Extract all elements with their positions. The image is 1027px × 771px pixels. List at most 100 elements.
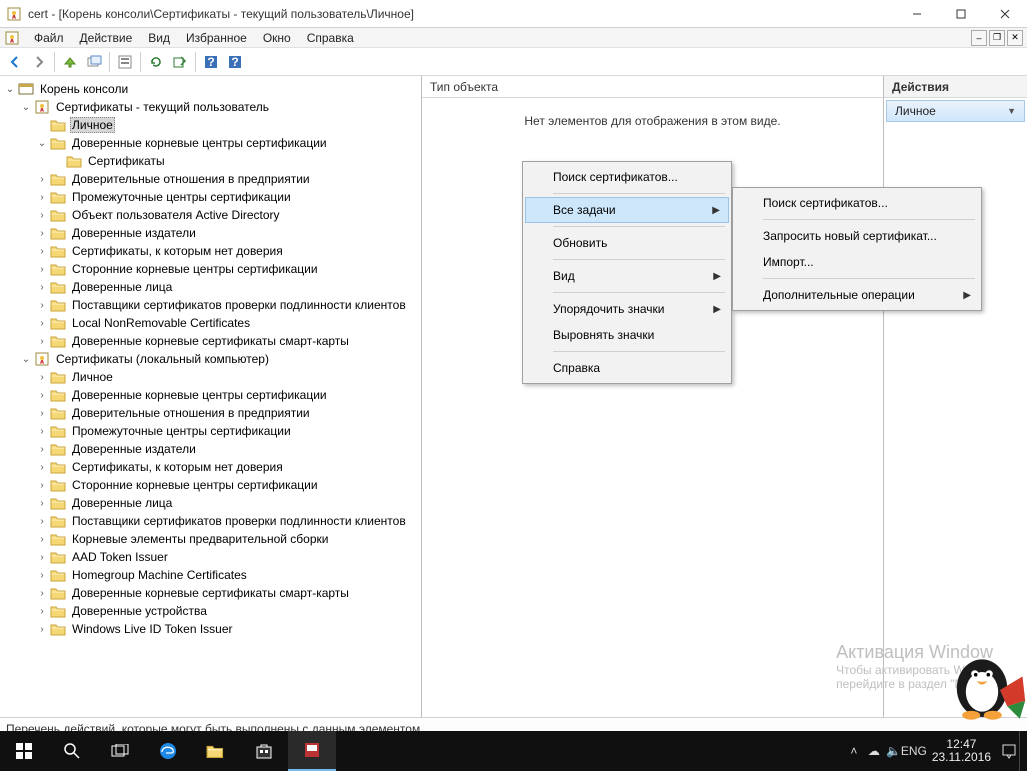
- sub-find-certs[interactable]: Поиск сертификатов...: [735, 190, 979, 216]
- tree-item[interactable]: ›Доверенные корневые центры сертификации: [4, 386, 421, 404]
- help2-button[interactable]: [224, 51, 246, 73]
- export-button[interactable]: [169, 51, 191, 73]
- menu-view[interactable]: Вид: [140, 29, 178, 47]
- menu-file[interactable]: Файл: [26, 29, 72, 47]
- sub-import[interactable]: Импорт...: [735, 249, 979, 275]
- sub-request-cert[interactable]: Запросить новый сертификат...: [735, 223, 979, 249]
- tree-item[interactable]: ›Сторонние корневые центры сертификации: [4, 476, 421, 494]
- tray-lang[interactable]: ENG: [904, 731, 924, 771]
- tree-item[interactable]: ›Local NonRemovable Certificates: [4, 314, 421, 332]
- refresh-button[interactable]: [145, 51, 167, 73]
- expand-icon[interactable]: ›: [36, 281, 48, 293]
- expand-icon[interactable]: ›: [36, 191, 48, 203]
- expand-icon[interactable]: ›: [36, 209, 48, 221]
- taskview-button[interactable]: [96, 731, 144, 771]
- mdi-restore-button[interactable]: ❐: [989, 30, 1005, 46]
- menu-favorites[interactable]: Избранное: [178, 29, 255, 47]
- expand-icon[interactable]: ›: [36, 587, 48, 599]
- expand-icon[interactable]: ›: [36, 551, 48, 563]
- expand-icon[interactable]: ›: [36, 407, 48, 419]
- expand-icon[interactable]: ›: [36, 479, 48, 491]
- tree-item[interactable]: ›Windows Live ID Token Issuer: [4, 620, 421, 638]
- show-tree-button[interactable]: [83, 51, 105, 73]
- ctx-all-tasks[interactable]: Все задачи▶: [525, 197, 729, 223]
- expand-icon[interactable]: ›: [36, 335, 48, 347]
- tree-item[interactable]: ›Личное: [4, 368, 421, 386]
- expand-icon[interactable]: ›: [36, 497, 48, 509]
- forward-button[interactable]: [28, 51, 50, 73]
- menu-action[interactable]: Действие: [72, 29, 141, 47]
- tree-item[interactable]: ›Сертификаты, к которым нет доверия: [4, 458, 421, 476]
- tree-item[interactable]: ›Объект пользователя Active Directory: [4, 206, 421, 224]
- maximize-button[interactable]: [939, 0, 983, 28]
- ctx-find-certs[interactable]: Поиск сертификатов...: [525, 164, 729, 190]
- properties-button[interactable]: [114, 51, 136, 73]
- tray-chevron-up-icon[interactable]: ˄: [844, 731, 864, 771]
- mdi-close-button[interactable]: ✕: [1007, 30, 1023, 46]
- collapse-icon[interactable]: ⌄: [20, 353, 32, 365]
- tray-notifications-icon[interactable]: [999, 731, 1019, 771]
- back-button[interactable]: [4, 51, 26, 73]
- tree-item[interactable]: ⌄Доверенные корневые центры сертификации: [4, 134, 421, 152]
- tree-item[interactable]: ›Корневые элементы предварительной сборк…: [4, 530, 421, 548]
- edge-icon[interactable]: [144, 731, 192, 771]
- tree-item[interactable]: ›Доверенные корневые сертификаты смарт-к…: [4, 584, 421, 602]
- up-button[interactable]: [59, 51, 81, 73]
- ctx-align-icons[interactable]: Выровнять значки: [525, 322, 729, 348]
- ctx-help[interactable]: Справка: [525, 355, 729, 381]
- help-button[interactable]: [200, 51, 222, 73]
- expand-icon[interactable]: ›: [36, 461, 48, 473]
- expand-icon[interactable]: ›: [36, 173, 48, 185]
- tree-item[interactable]: ›Сертификаты, к которым нет доверия: [4, 242, 421, 260]
- actions-item-personal[interactable]: Личное ▼: [886, 100, 1025, 122]
- expand-icon[interactable]: ›: [36, 569, 48, 581]
- tree-item[interactable]: ›Промежуточные центры сертификации: [4, 422, 421, 440]
- expand-icon[interactable]: ›: [36, 299, 48, 311]
- tree-item[interactable]: ›Доверенные устройства: [4, 602, 421, 620]
- collapse-icon[interactable]: ⌄: [4, 83, 16, 95]
- expand-icon[interactable]: ›: [36, 263, 48, 275]
- close-button[interactable]: [983, 0, 1027, 28]
- tree-item[interactable]: ›Доверенные лица: [4, 494, 421, 512]
- start-button[interactable]: [0, 731, 48, 771]
- expand-icon[interactable]: ›: [36, 623, 48, 635]
- ctx-arrange-icons[interactable]: Упорядочить значки▶: [525, 296, 729, 322]
- search-button[interactable]: [48, 731, 96, 771]
- expand-icon[interactable]: ›: [36, 389, 48, 401]
- content-header[interactable]: Тип объекта: [422, 76, 883, 98]
- expand-icon[interactable]: ›: [36, 515, 48, 527]
- tree-item[interactable]: ›Поставщики сертификатов проверки подлин…: [4, 296, 421, 314]
- show-desktop-button[interactable]: [1019, 731, 1027, 771]
- expand-icon[interactable]: ›: [36, 317, 48, 329]
- minimize-button[interactable]: [895, 0, 939, 28]
- tree-item[interactable]: Сертификаты: [4, 152, 421, 170]
- tree-item[interactable]: ›Доверительные отношения в предприятии: [4, 170, 421, 188]
- expand-icon[interactable]: ›: [36, 371, 48, 383]
- tree-item[interactable]: ›Поставщики сертификатов проверки подлин…: [4, 512, 421, 530]
- collapse-icon[interactable]: ⌄: [36, 137, 48, 149]
- menu-help[interactable]: Справка: [299, 29, 362, 47]
- explorer-icon[interactable]: [192, 731, 240, 771]
- tree-item[interactable]: ⌄Корень консоли: [4, 80, 421, 98]
- tray-clock[interactable]: 12:47 23.11.2016: [924, 738, 999, 764]
- tree-item[interactable]: ›Доверенные издатели: [4, 440, 421, 458]
- tree-item[interactable]: ›Промежуточные центры сертификации: [4, 188, 421, 206]
- tree-item[interactable]: ›Доверенные корневые сертификаты смарт-к…: [4, 332, 421, 350]
- collapse-icon[interactable]: ⌄: [20, 101, 32, 113]
- tree-item[interactable]: ›Доверенные лица: [4, 278, 421, 296]
- expand-icon[interactable]: ›: [36, 443, 48, 455]
- expand-icon[interactable]: ›: [36, 605, 48, 617]
- sub-advanced[interactable]: Дополнительные операции▶: [735, 282, 979, 308]
- mdi-minimize-button[interactable]: –: [971, 30, 987, 46]
- mmc-icon[interactable]: [288, 731, 336, 771]
- tree-item[interactable]: ›Доверенные издатели: [4, 224, 421, 242]
- store-icon[interactable]: [240, 731, 288, 771]
- tree-item[interactable]: ⌄Сертификаты - текущий пользователь: [4, 98, 421, 116]
- ctx-refresh[interactable]: Обновить: [525, 230, 729, 256]
- ctx-view[interactable]: Вид▶: [525, 263, 729, 289]
- menu-window[interactable]: Окно: [255, 29, 299, 47]
- expand-icon[interactable]: ›: [36, 227, 48, 239]
- tray-onedrive-icon[interactable]: ☁: [864, 731, 884, 771]
- tree-item[interactable]: ›Доверительные отношения в предприятии: [4, 404, 421, 422]
- tree-item[interactable]: ›AAD Token Issuer: [4, 548, 421, 566]
